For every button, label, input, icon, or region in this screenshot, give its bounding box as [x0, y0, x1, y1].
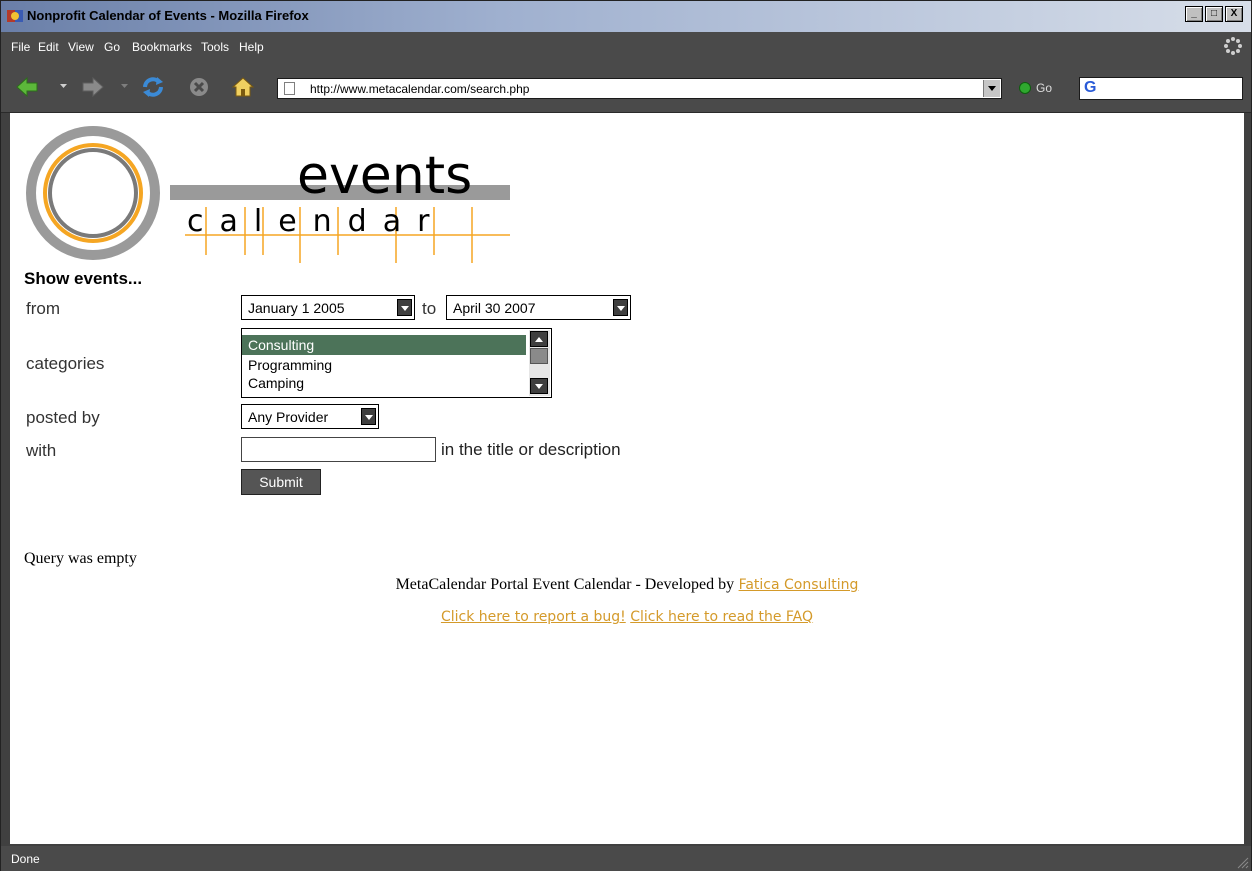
maximize-button[interactable]: □: [1205, 6, 1223, 22]
report-bug-link[interactable]: Click here to report a bug!: [441, 609, 626, 625]
menu-go[interactable]: Go: [104, 40, 120, 54]
to-date-select[interactable]: April 30 2007: [446, 295, 631, 320]
category-option[interactable]: Programming: [242, 355, 526, 375]
page-icon: [284, 82, 295, 95]
page-title: Show events...: [24, 269, 143, 288]
query-status-message: Query was empty: [24, 550, 137, 567]
url-history-dropdown[interactable]: [983, 80, 1000, 97]
footer-links: Click here to report a bug! Click here t…: [10, 608, 1244, 626]
status-text: Done: [11, 852, 40, 866]
navigation-toolbar: http://www.metacalendar.com/search.php G…: [1, 62, 1251, 113]
browser-window: Nonprofit Calendar of Events - Mozilla F…: [0, 0, 1252, 871]
status-bar: Done: [1, 846, 1251, 871]
menu-view[interactable]: View: [68, 40, 94, 54]
to-label: to: [422, 299, 437, 318]
from-label: from: [26, 299, 60, 318]
window-title: Nonprofit Calendar of Events - Mozilla F…: [27, 8, 309, 23]
to-date-value: April 30 2007: [453, 300, 536, 316]
menu-bar: File Edit View Go Bookmarks Tools Help: [1, 32, 1251, 62]
address-bar[interactable]: http://www.metacalendar.com/search.php: [277, 78, 1002, 99]
with-label: with: [26, 441, 57, 460]
from-date-select[interactable]: January 1 2005: [241, 295, 415, 320]
menu-help[interactable]: Help: [239, 40, 264, 54]
go-arrow-icon: [1019, 82, 1031, 94]
category-option[interactable]: Camping: [242, 375, 526, 391]
close-button[interactable]: X: [1225, 6, 1243, 22]
window-controls: _ □ X: [1185, 6, 1243, 22]
faq-link[interactable]: Click here to read the FAQ: [630, 609, 813, 625]
categories-label: categories: [26, 354, 105, 373]
posted-by-select[interactable]: Any Provider: [241, 404, 379, 429]
stop-icon[interactable]: [187, 76, 211, 98]
chevron-down-icon: [988, 86, 996, 91]
footer-credit: MetaCalendar Portal Event Calendar - Dev…: [10, 576, 1244, 594]
posted-by-label: posted by: [26, 408, 100, 427]
scroll-up-icon[interactable]: [530, 331, 548, 347]
home-icon[interactable]: [231, 76, 255, 98]
reload-icon[interactable]: [141, 76, 165, 98]
logo-word-calendar: calendar: [187, 204, 445, 239]
posted-by-value: Any Provider: [248, 409, 329, 425]
keyword-input[interactable]: [241, 437, 436, 462]
menu-bookmarks[interactable]: Bookmarks: [132, 40, 192, 54]
keyword-hint: in the title or description: [441, 440, 621, 459]
back-arrow-icon[interactable]: [15, 76, 39, 98]
menu-tools[interactable]: Tools: [201, 40, 229, 54]
forward-arrow-icon[interactable]: [81, 76, 105, 98]
footer-text: MetaCalendar Portal Event Calendar - Dev…: [395, 576, 735, 593]
scroll-thumb[interactable]: [530, 348, 548, 364]
url-text[interactable]: http://www.metacalendar.com/search.php: [310, 82, 529, 96]
google-search-icon[interactable]: G: [1084, 79, 1096, 97]
page-content: events calendar Show events... from Janu…: [10, 113, 1244, 844]
search-box[interactable]: G: [1079, 77, 1243, 100]
title-bar: Nonprofit Calendar of Events - Mozilla F…: [1, 1, 1251, 32]
throbber-icon: [1224, 37, 1242, 55]
fatica-consulting-link[interactable]: Fatica Consulting: [739, 577, 859, 593]
menu-file[interactable]: File: [11, 40, 30, 54]
back-history-chevron-down-icon[interactable]: [60, 84, 67, 88]
firefox-app-icon: [7, 10, 23, 22]
resize-grip-icon[interactable]: [1233, 853, 1249, 869]
go-button[interactable]: Go: [1019, 81, 1052, 95]
scroll-down-icon[interactable]: [530, 378, 548, 394]
go-label: Go: [1036, 81, 1053, 95]
categories-listbox[interactable]: Consulting Programming Camping: [241, 328, 552, 398]
category-option[interactable]: Consulting: [242, 335, 526, 355]
logo-word-events: events: [297, 146, 472, 206]
chevron-down-icon: [397, 299, 412, 316]
submit-button[interactable]: Submit: [241, 469, 321, 495]
categories-scrollbar[interactable]: [529, 330, 550, 396]
minimize-button[interactable]: _: [1185, 6, 1203, 22]
events-calendar-logo: events calendar: [26, 126, 510, 263]
forward-history-chevron-down-icon[interactable]: [121, 84, 128, 88]
chevron-down-icon: [613, 299, 628, 316]
from-date-value: January 1 2005: [248, 300, 345, 316]
chevron-down-icon: [361, 408, 376, 425]
menu-edit[interactable]: Edit: [38, 40, 59, 54]
